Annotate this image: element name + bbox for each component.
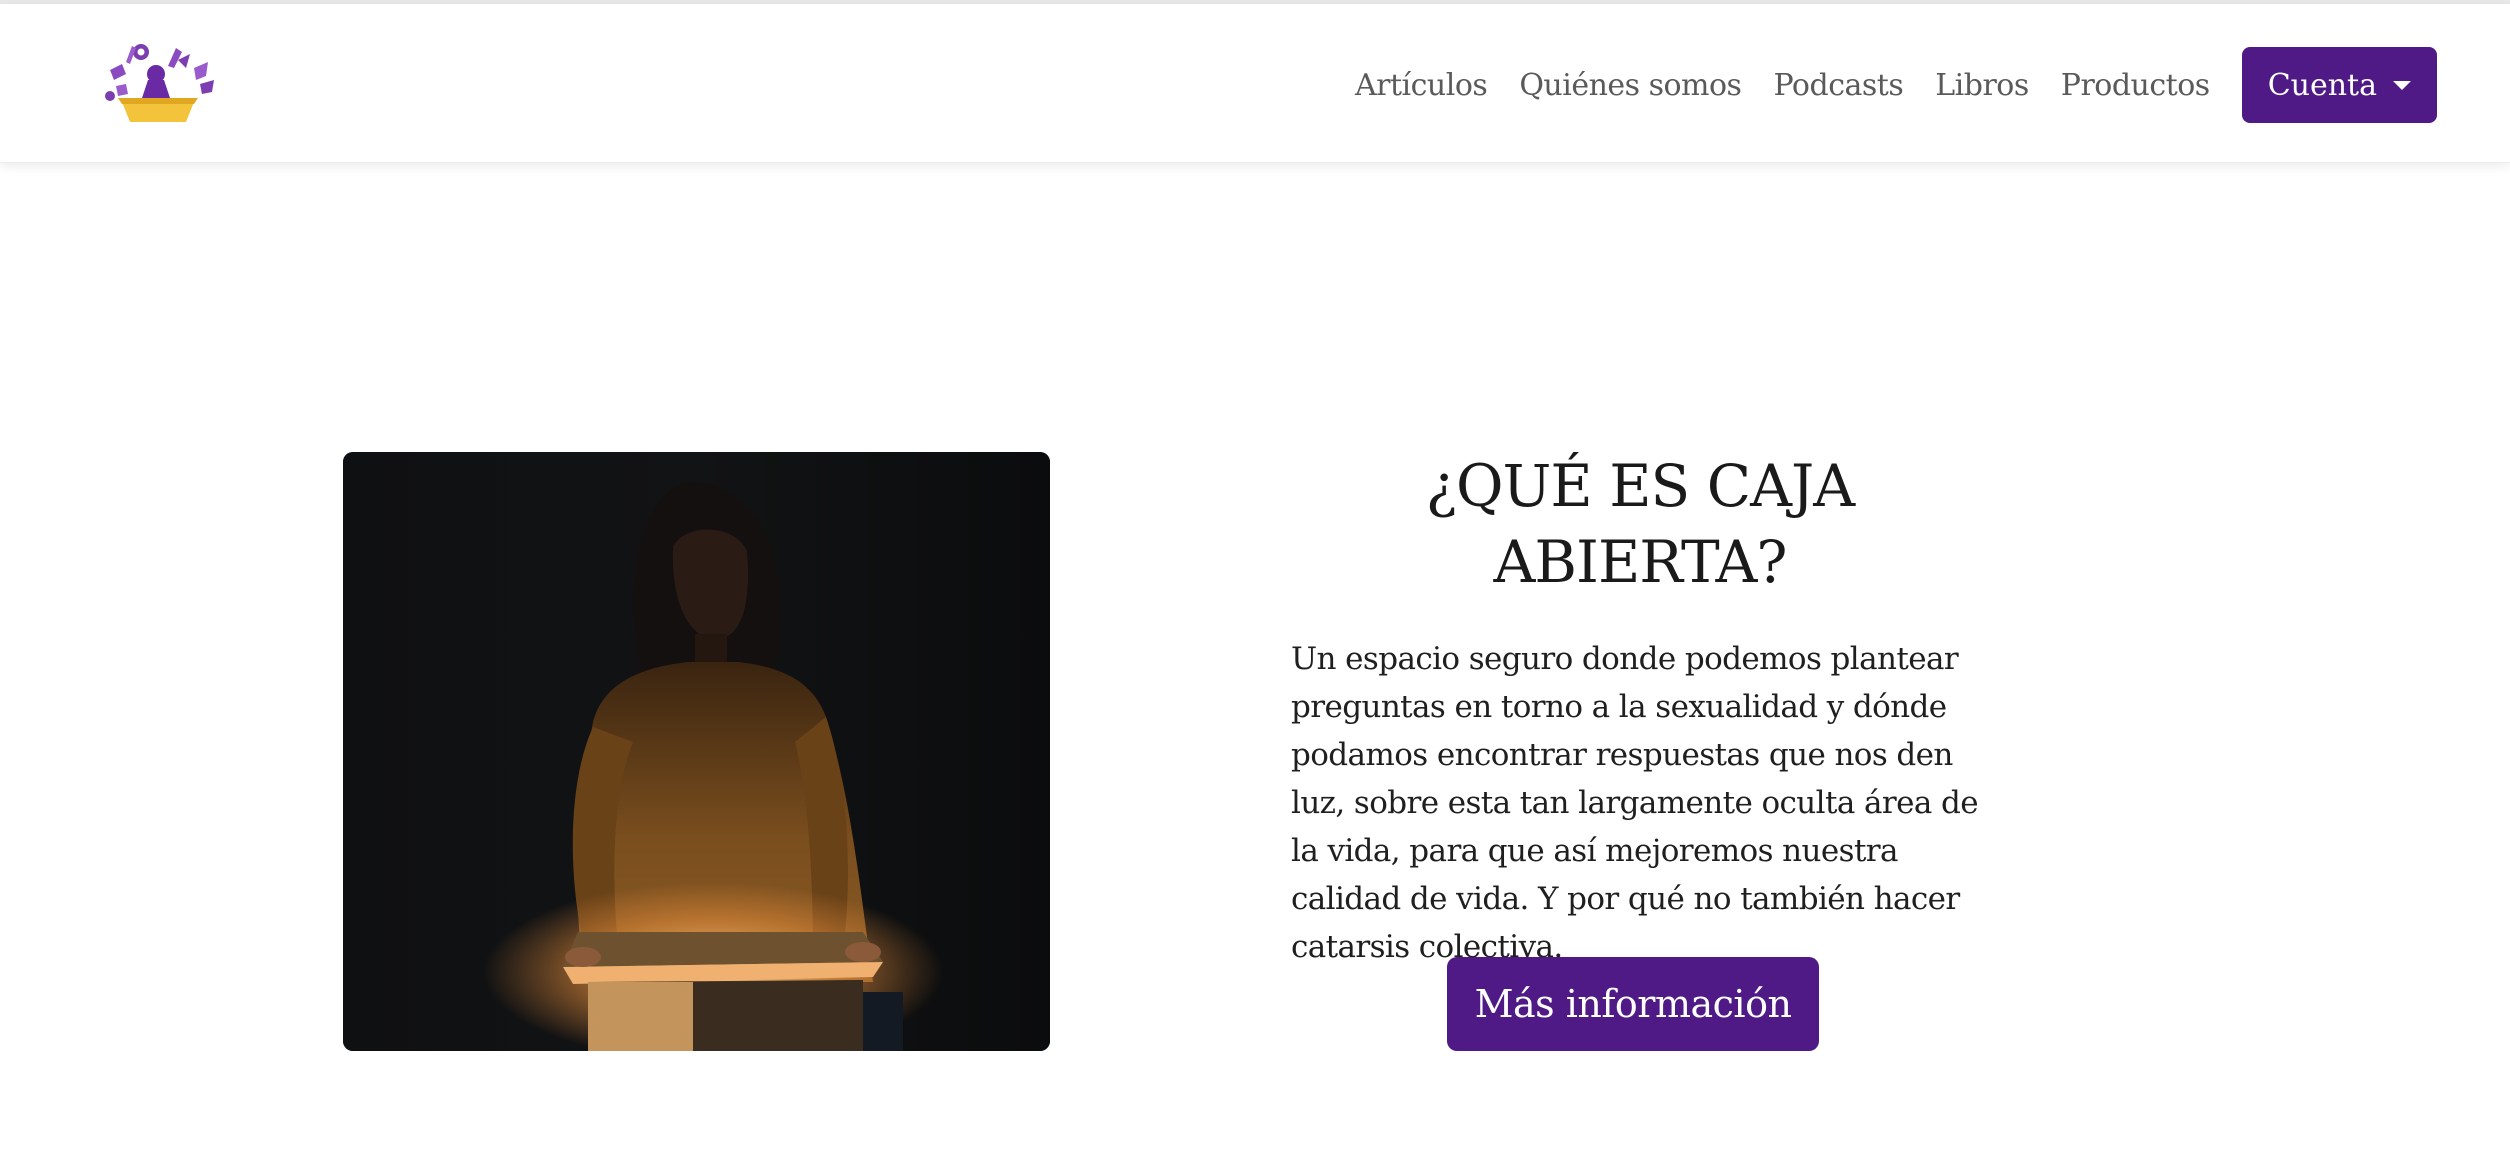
woman-opening-box-image-icon — [343, 452, 1050, 1051]
site-logo[interactable] — [96, 40, 220, 124]
account-button-label: Cuenta — [2267, 67, 2377, 103]
hero-description: Un espacio seguro donde podemos plantear… — [1291, 641, 1979, 965]
more-info-button[interactable]: Más información — [1447, 957, 1819, 1051]
open-box-logo-icon — [105, 44, 214, 122]
hero-image — [343, 452, 1050, 1051]
navbar: Artículos Quiénes somos Podcasts Libros … — [0, 4, 2510, 163]
nav-link-articulos[interactable]: Artículos — [1355, 68, 1488, 103]
account-dropdown-button[interactable]: Cuenta — [2241, 47, 2437, 123]
page-title: ¿QUÉ ES CAJA ABIERTA? — [1425, 452, 1855, 596]
nav-link-libros[interactable]: Libros — [1935, 68, 2029, 103]
nav-link-quienes-somos[interactable]: Quiénes somos — [1519, 68, 1742, 103]
caret-down-icon — [2393, 80, 2411, 90]
nav-link-podcasts[interactable]: Podcasts — [1773, 68, 1903, 103]
main-nav: Artículos Quiénes somos Podcasts Libros … — [1355, 46, 2437, 124]
nav-link-productos[interactable]: Productos — [2061, 68, 2210, 103]
